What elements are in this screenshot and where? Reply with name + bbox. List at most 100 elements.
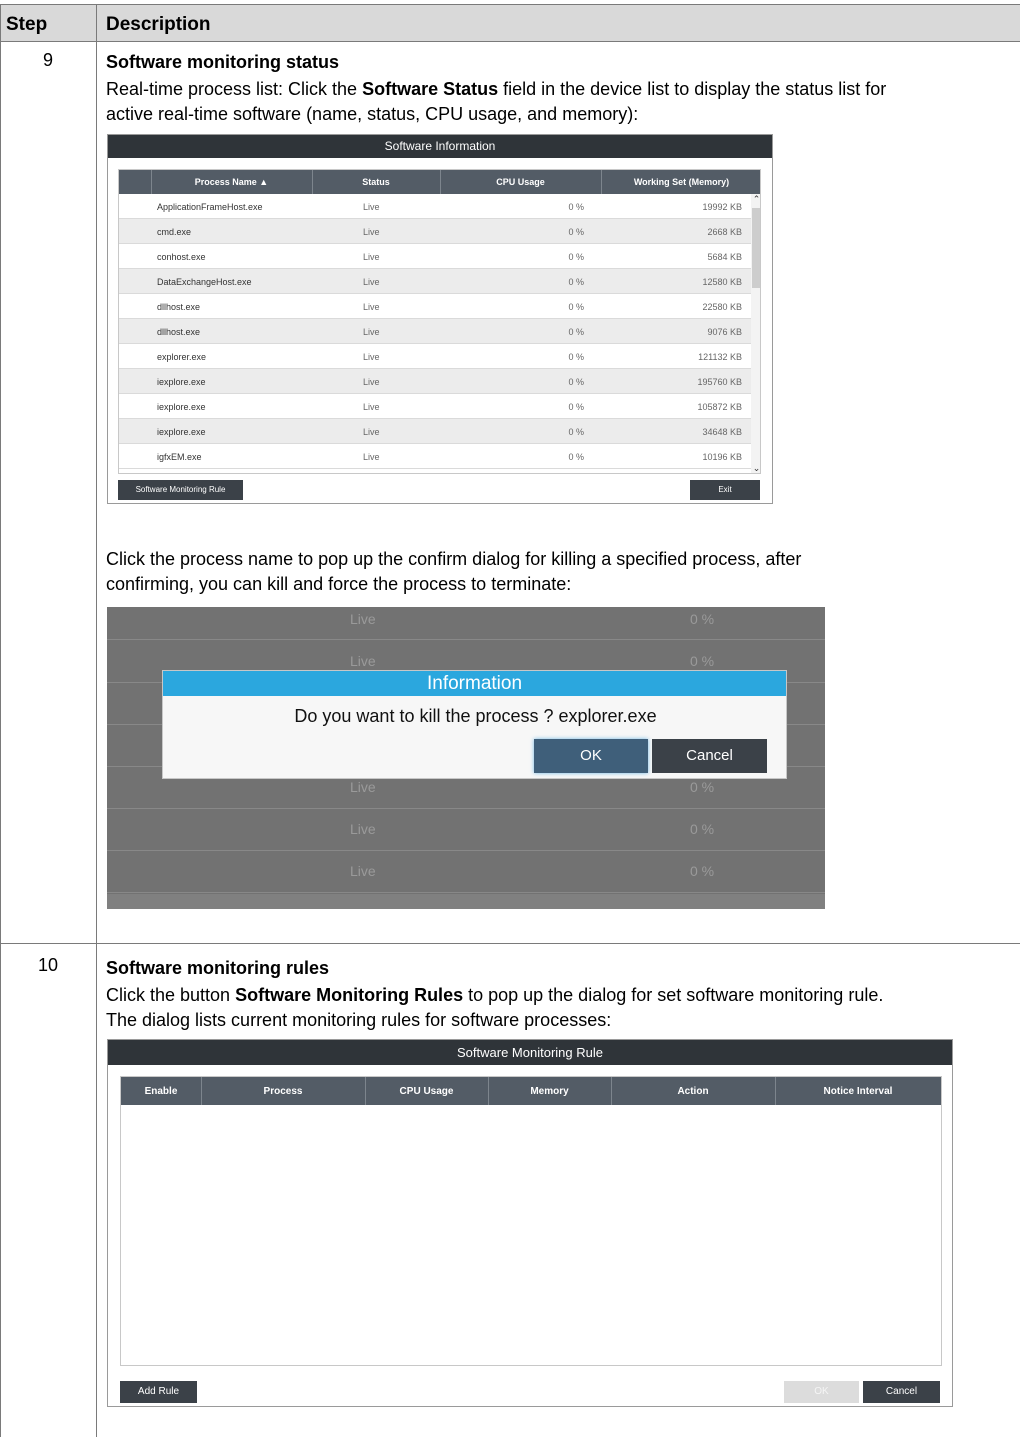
cpu-usage-cell: 0 % xyxy=(568,327,584,337)
cpu-usage-cell: 0 % xyxy=(568,452,584,462)
table-row[interactable]: dllhost.exe Live 0 % 22580 KB xyxy=(119,294,751,319)
step-column-header: Step xyxy=(6,14,48,35)
add-rule-button[interactable]: Add Rule xyxy=(120,1381,197,1403)
software-monitoring-rule-button[interactable]: Software Monitoring Rule xyxy=(118,480,243,500)
process-name-cell[interactable]: iexplore.exe xyxy=(157,377,206,387)
step9-title: Software monitoring status xyxy=(106,52,340,72)
process-name-column-header[interactable]: Process Name ▲ xyxy=(151,177,312,187)
table-row[interactable]: explorer.exe Live 0 % 121132 KB xyxy=(119,344,751,369)
status-cell: Live xyxy=(363,427,380,437)
status-column-header[interactable]: Status xyxy=(312,177,440,187)
scrollbar-thumb[interactable] xyxy=(752,208,760,288)
bg-cpu-cell: 0 % xyxy=(690,779,715,795)
bg-status-cell: Live xyxy=(350,611,376,627)
memory-cell: 195760 KB xyxy=(697,377,742,387)
cpu-usage-cell: 0 % xyxy=(568,427,584,437)
bottom-strip xyxy=(107,894,825,909)
ok-button-disabled[interactable]: OK xyxy=(784,1381,859,1403)
step10-bold: Software Monitoring Rules xyxy=(235,985,464,1005)
step9-p1-text-c: field in the device list to display the … xyxy=(498,79,887,99)
row-divider xyxy=(0,943,1020,944)
table-row[interactable]: iexplore.exe Live 0 % 34648 KB xyxy=(119,419,751,444)
rule-grid-header: Enable Process CPU Usage Memory Action N… xyxy=(121,1077,941,1105)
cpu-usage-cell: 0 % xyxy=(568,377,584,387)
table-row[interactable]: conhost.exe Live 0 % 5684 KB xyxy=(119,244,751,269)
step9-paragraph-2: Click the process name to pop up the con… xyxy=(106,547,1011,597)
scroll-up-icon[interactable]: ⌃ xyxy=(751,194,760,205)
status-cell: Live xyxy=(363,352,380,362)
bg-status-cell: Live xyxy=(350,821,376,837)
monitoring-rule-title: Software Monitoring Rule xyxy=(108,1040,952,1065)
ok-button[interactable]: OK xyxy=(534,739,648,773)
cpu-usage-cell: 0 % xyxy=(568,227,584,237)
notice-interval-column-header[interactable]: Notice Interval xyxy=(775,1086,941,1097)
memory-cell: 121132 KB xyxy=(698,352,742,362)
row-line xyxy=(107,850,825,851)
enable-column-header[interactable]: Enable xyxy=(121,1086,201,1097)
cpu-usage-cell: 0 % xyxy=(568,302,584,312)
memory-cell: 19992 KB xyxy=(702,202,742,212)
process-name-cell[interactable]: ApplicationFrameHost.exe xyxy=(157,202,263,212)
process-name-cell[interactable]: cmd.exe xyxy=(157,227,191,237)
table-row[interactable]: iexplore.exe Live 0 % 105872 KB xyxy=(119,394,751,419)
row-line xyxy=(107,639,825,640)
process-list-scrollbar[interactable]: ⌃ ⌄ xyxy=(751,194,760,473)
memory-column-header[interactable]: Working Set (Memory) xyxy=(601,177,760,187)
status-cell: Live xyxy=(363,227,380,237)
cancel-button[interactable]: Cancel xyxy=(652,739,767,773)
status-cell: Live xyxy=(363,302,380,312)
process-grid: Process Name ▲ Status CPU Usage Working … xyxy=(118,169,761,474)
status-cell: Live xyxy=(363,202,380,212)
bg-cpu-cell: 0 % xyxy=(690,611,715,627)
table-row[interactable]: dllhost.exe Live 0 % 9076 KB xyxy=(119,319,751,344)
step9-p2-text-a: Click the process name to pop up the con… xyxy=(106,549,802,569)
status-cell: Live xyxy=(363,277,380,287)
bg-status-cell: Live xyxy=(350,863,376,879)
step10-text-d: The dialog lists current monitoring rule… xyxy=(106,1010,612,1030)
dialog-message: Do you want to kill the process ? explor… xyxy=(294,706,657,726)
step9-paragraph-1: Real-time process list: Click the Softwa… xyxy=(106,77,1011,127)
cpu-usage-column-header[interactable]: CPU Usage xyxy=(365,1086,488,1097)
cpu-usage-cell: 0 % xyxy=(568,402,584,412)
table-row[interactable]: iexplore.exe Live 0 % 195760 KB xyxy=(119,369,751,394)
table-row[interactable]: DataExchangeHost.exe Live 0 % 12580 KB xyxy=(119,269,751,294)
action-column-header[interactable]: Action xyxy=(611,1086,775,1097)
bg-cpu-cell: 0 % xyxy=(690,821,715,837)
step9-p1-bold: Software Status xyxy=(362,79,499,99)
process-name-cell[interactable]: dllhost.exe xyxy=(157,327,200,337)
rule-cancel-button[interactable]: Cancel xyxy=(863,1381,940,1403)
exit-button[interactable]: Exit xyxy=(690,480,760,500)
memory-column-header[interactable]: Memory xyxy=(488,1086,611,1097)
kill-confirm-dialog: Information Do you want to kill the proc… xyxy=(162,670,787,779)
software-monitoring-rule-window: Software Monitoring Rule Enable Process … xyxy=(107,1039,953,1407)
process-name-cell[interactable]: DataExchangeHost.exe xyxy=(157,277,252,287)
status-cell: Live xyxy=(363,252,380,262)
step9-p1-text-a: Real-time process list: Click the xyxy=(106,79,363,99)
memory-cell: 9076 KB xyxy=(707,327,742,337)
process-name-cell[interactable]: iexplore.exe xyxy=(157,402,206,412)
process-name-cell[interactable]: dllhost.exe xyxy=(157,302,200,312)
cpu-usage-cell: 0 % xyxy=(568,352,584,362)
table-row[interactable]: ApplicationFrameHost.exe Live 0 % 19992 KB xyxy=(119,194,751,219)
step10-text-a: Click the button xyxy=(106,985,236,1005)
process-name-cell[interactable]: explorer.exe xyxy=(157,352,206,362)
step10-paragraph: Click the button Software Monitoring Rul… xyxy=(106,983,1011,1033)
process-grid-header: Process Name ▲ Status CPU Usage Working … xyxy=(119,170,760,194)
column-divider xyxy=(96,4,97,1437)
step-number-10: 10 xyxy=(37,955,59,975)
table-row[interactable]: cmd.exe Live 0 % 2668 KB xyxy=(119,219,751,244)
process-name-cell[interactable]: conhost.exe xyxy=(157,252,206,262)
process-name-cell[interactable]: iexplore.exe xyxy=(157,427,206,437)
process-name-cell[interactable]: igfxEM.exe xyxy=(157,452,202,462)
bg-status-cell: Live xyxy=(350,653,376,669)
process-column-header[interactable]: Process xyxy=(201,1086,365,1097)
description-column-header: Description xyxy=(106,14,211,35)
dialog-title: Information xyxy=(163,671,786,696)
procedure-table: Step Description 9 Software monitoring s… xyxy=(0,0,1020,1437)
table-row[interactable]: igfxEM.exe Live 0 % 10196 KB xyxy=(119,444,751,469)
memory-cell: 12580 KB xyxy=(702,277,742,287)
row-line xyxy=(107,892,825,893)
scroll-down-icon[interactable]: ⌄ xyxy=(751,463,760,473)
cpu-usage-column-header[interactable]: CPU Usage xyxy=(440,177,601,187)
bg-cpu-cell: 0 % xyxy=(690,863,715,879)
